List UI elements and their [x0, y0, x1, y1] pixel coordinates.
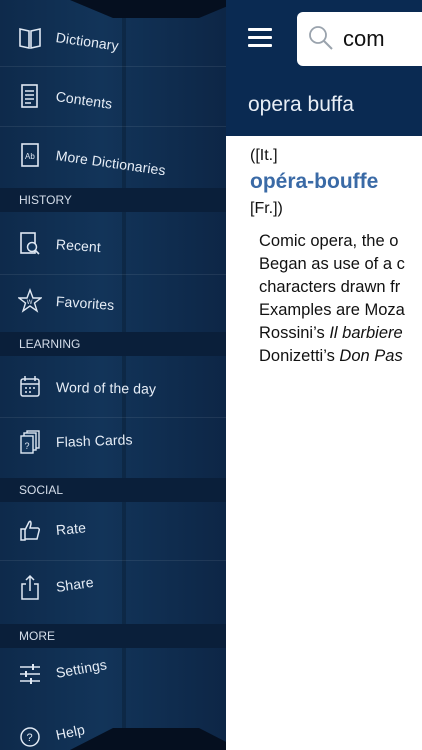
menu-item-label: Word of the day: [55, 379, 157, 397]
menu-item-contents[interactable]: Contents: [0, 69, 226, 123]
menu-item-more-dictionaries[interactable]: Ab More Dictionaries: [0, 128, 226, 182]
svg-text:?: ?: [25, 441, 30, 451]
divider: [0, 66, 226, 67]
calendar-icon: [18, 373, 42, 401]
menu-item-word-of-the-day[interactable]: Word of the day: [0, 360, 226, 414]
menu-item-label: Contents: [54, 88, 114, 112]
svg-text:W: W: [27, 300, 33, 306]
definition-line: Examples are Moza: [259, 301, 405, 319]
entry-title: opera buffa: [248, 93, 354, 116]
main-panel: com opera buffa ([It.] opéra-bouffe [Fr.…: [226, 0, 422, 750]
hamburger-menu-icon[interactable]: [248, 28, 274, 50]
definition-text-run: Donizetti’s: [259, 347, 340, 365]
search-icon: [308, 25, 334, 51]
book-icon: [18, 23, 42, 51]
definition-line: Comic opera, the o: [259, 232, 399, 250]
menu-item-recent[interactable]: Recent: [0, 217, 226, 271]
definition-line: Began as use of a c: [259, 255, 405, 273]
star-w-icon: W: [18, 287, 42, 315]
document-icon: [18, 82, 42, 110]
definition-text-run: Rossini’s: [259, 324, 330, 342]
svg-text:Ab: Ab: [25, 152, 35, 161]
menu-item-help[interactable]: ? Help: [0, 708, 226, 750]
menu-item-label: Rate: [55, 519, 87, 538]
section-header-learning: LEARNING: [0, 332, 226, 356]
flash-cards-icon: ?: [18, 428, 42, 456]
side-menu: Dictionary Contents Ab More Dictionaries…: [0, 0, 226, 750]
definition-text: Comic opera, the o Began as use of a c c…: [259, 230, 422, 368]
work-title: Don Pas: [339, 347, 403, 365]
menu-item-dictionary[interactable]: Dictionary: [0, 10, 226, 64]
divider: [0, 126, 226, 127]
menu-item-flash-cards[interactable]: ? Flash Cards: [0, 415, 226, 469]
section-header-more: MORE: [0, 624, 226, 648]
variant-link[interactable]: opéra-bouffe: [250, 170, 378, 194]
share-icon: [18, 573, 42, 601]
origin-french: [Fr.]): [250, 200, 283, 217]
thumbs-up-icon: [18, 516, 42, 544]
menu-item-label: Flash Cards: [55, 431, 133, 450]
work-title: Il barbiere: [329, 324, 403, 342]
origin-italian: ([It.]: [250, 147, 278, 164]
sliders-icon: [18, 659, 42, 687]
definition-line: characters drawn fr: [259, 278, 401, 296]
menu-item-favorites[interactable]: W Favorites: [0, 274, 226, 328]
search-input[interactable]: com: [343, 26, 385, 52]
section-header-history: HISTORY: [0, 188, 226, 212]
menu-item-settings[interactable]: Settings: [0, 646, 226, 700]
menu-item-label: Favorites: [55, 293, 115, 314]
definition-line: Rossini’s Il barbiere: [259, 322, 422, 345]
menu-item-label: Dictionary: [54, 29, 120, 54]
header-bar: com opera buffa: [226, 0, 422, 136]
menu-item-label: Help: [54, 721, 87, 743]
menu-item-label: More Dictionaries: [54, 147, 167, 179]
section-header-social: SOCIAL: [0, 478, 226, 502]
menu-item-label: Share: [54, 573, 95, 595]
recent-doc-icon: [18, 230, 42, 258]
menu-item-rate[interactable]: Rate: [0, 503, 226, 557]
ab-book-icon: Ab: [18, 141, 42, 169]
help-icon: ?: [18, 721, 42, 749]
menu-item-share[interactable]: Share: [0, 560, 226, 614]
svg-text:?: ?: [27, 732, 33, 744]
search-box[interactable]: com: [297, 12, 422, 66]
menu-item-label: Settings: [54, 656, 108, 681]
definition-line: Donizetti’s Don Pas: [259, 345, 422, 368]
menu-item-label: Recent: [55, 236, 102, 256]
